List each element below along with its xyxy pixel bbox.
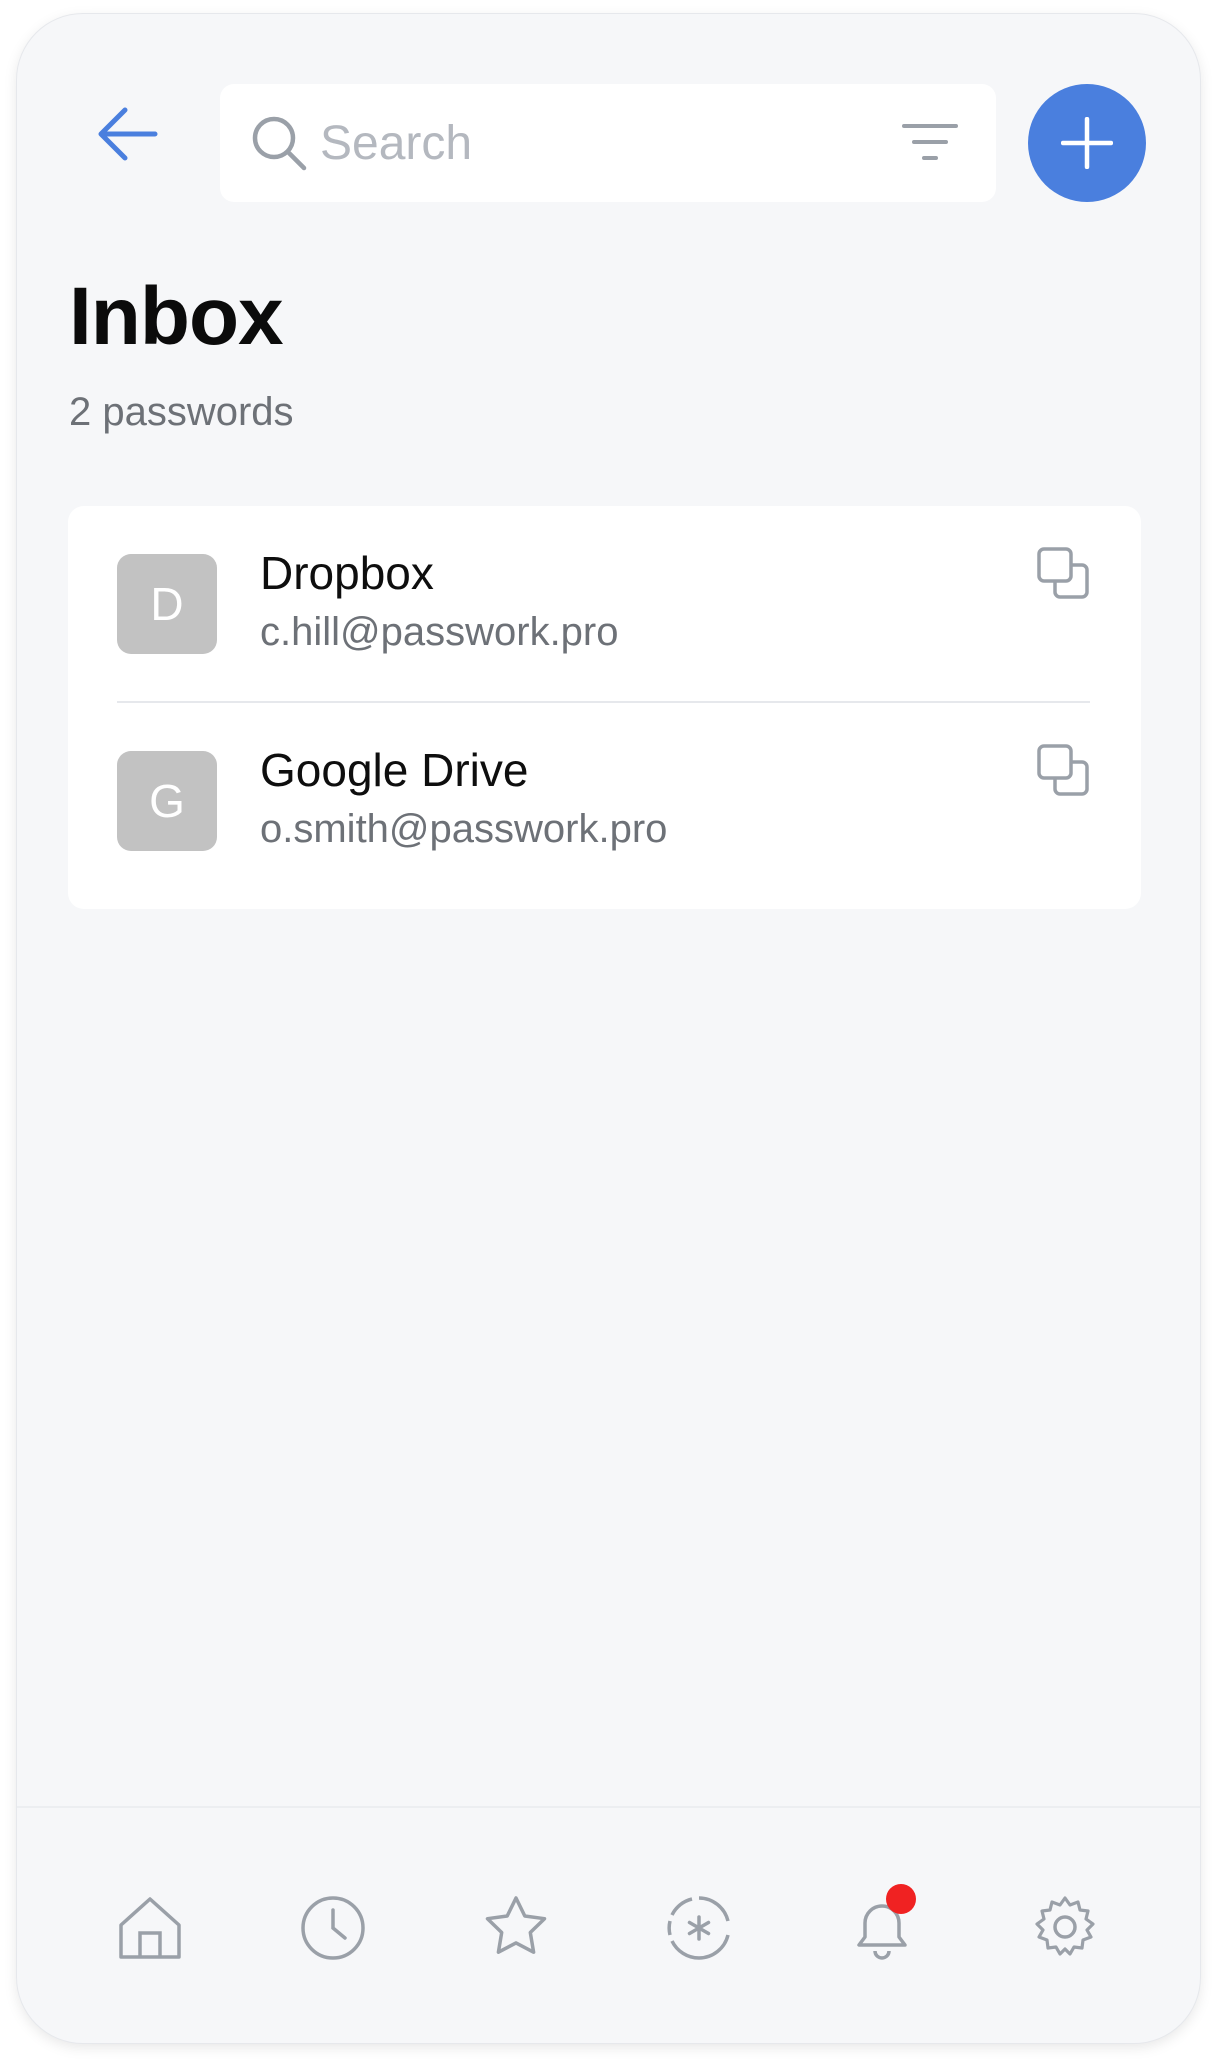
list-item-dropbox[interactable]: D Dropbox c.hill@passwork.pro [68, 506, 1141, 703]
password-generator-icon [667, 1896, 730, 1960]
nav-generator[interactable] [659, 1888, 739, 1968]
password-count: 2 passwords [69, 390, 294, 434]
item-title: Dropbox [260, 547, 434, 599]
gear-icon [1035, 1896, 1095, 1956]
arrow-left-icon [98, 107, 158, 161]
notification-dot [886, 1884, 916, 1914]
password-list: D Dropbox c.hill@passwork.pro G Google D… [68, 506, 1141, 909]
search-bar[interactable] [220, 84, 996, 202]
nav-recent[interactable] [293, 1888, 373, 1968]
home-icon [119, 1897, 181, 1959]
plus-icon [1061, 117, 1113, 169]
copy-icon[interactable] [1036, 743, 1090, 797]
nav-home[interactable] [110, 1888, 190, 1968]
star-icon [485, 1896, 547, 1954]
nav-notifications[interactable] [842, 1884, 922, 1968]
search-icon [252, 116, 307, 171]
nav-settings[interactable] [1025, 1888, 1105, 1968]
add-password-button[interactable] [1028, 84, 1146, 202]
copy-icon[interactable] [1036, 546, 1090, 600]
item-title: Google Drive [260, 744, 529, 796]
filter-icon[interactable] [902, 122, 958, 164]
nav-favorites[interactable] [476, 1888, 556, 1968]
clock-icon [301, 1896, 365, 1960]
item-login: c.hill@passwork.pro [260, 610, 619, 654]
page-title: Inbox [69, 271, 284, 362]
avatar: G [117, 751, 217, 851]
back-button[interactable] [77, 84, 177, 184]
bottom-navigation [17, 1806, 1200, 2043]
item-login: o.smith@passwork.pro [260, 807, 668, 851]
search-input[interactable] [320, 106, 880, 180]
avatar: D [117, 554, 217, 654]
list-item-google-drive[interactable]: G Google Drive o.smith@passwork.pro [68, 703, 1141, 898]
app-frame: Inbox 2 passwords D Dropbox c.hill@passw… [17, 14, 1200, 2043]
